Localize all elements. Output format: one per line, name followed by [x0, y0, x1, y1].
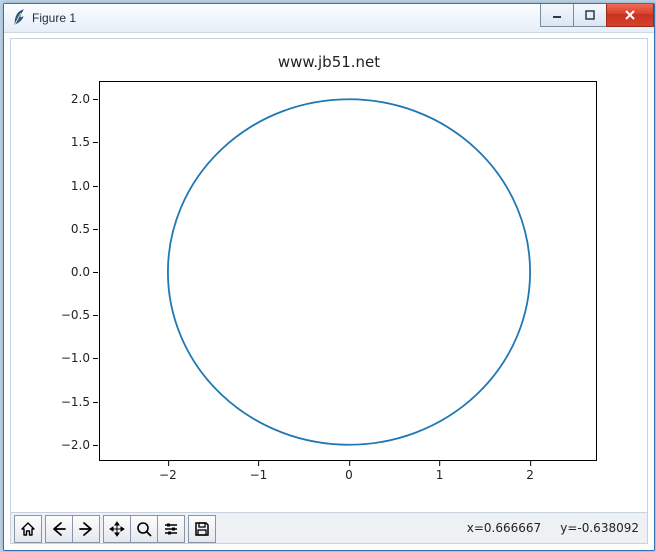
forward-button[interactable] [72, 515, 100, 543]
save-button[interactable] [188, 515, 216, 543]
x-tick-label: 2 [526, 460, 534, 482]
data-series-circle [100, 82, 598, 462]
app-icon [12, 9, 26, 28]
chart-title: www.jb51.net [11, 53, 647, 71]
arrow-right-icon [78, 521, 94, 537]
save-icon [194, 521, 210, 537]
move-icon [109, 521, 125, 537]
maximize-button[interactable] [573, 4, 607, 27]
axes: −2.0−1.5−1.0−0.50.00.51.01.52.0−2−1012 [99, 81, 597, 461]
home-button[interactable] [14, 515, 42, 543]
y-tick-label: 0.5 [71, 222, 100, 236]
home-icon [20, 521, 36, 537]
x-tick-label: −1 [250, 460, 268, 482]
x-tick-label: 0 [345, 460, 353, 482]
zoom-icon [136, 521, 152, 537]
titlebar[interactable]: Figure 1 [4, 4, 654, 33]
sliders-icon [163, 521, 179, 537]
x-tick-label: 1 [436, 460, 444, 482]
y-tick-label: −2.0 [61, 438, 100, 452]
window-buttons [541, 4, 654, 26]
zoom-button[interactable] [130, 515, 158, 543]
window-title: Figure 1 [32, 11, 76, 25]
y-tick-label: −0.5 [61, 308, 100, 322]
client-area: www.jb51.net −2.0−1.5−1.0−0.50.00.51.01.… [10, 38, 648, 544]
close-button[interactable] [606, 4, 654, 27]
figure-window: Figure 1 www.jb51.net −2.0−1.5−1.0−0.50.… [3, 3, 655, 551]
x-tick-label: −2 [159, 460, 177, 482]
y-tick-label: 1.0 [71, 179, 100, 193]
y-tick-label: 2.0 [71, 92, 100, 106]
cursor-coords: x=0.666667 y=-0.638092 [467, 521, 639, 535]
configure-button[interactable] [157, 515, 185, 543]
minimize-button[interactable] [540, 4, 574, 27]
y-tick-label: 0.0 [71, 265, 100, 279]
y-tick-label: −1.5 [61, 395, 100, 409]
y-tick-label: 1.5 [71, 135, 100, 149]
back-button[interactable] [45, 515, 73, 543]
nav-toolbar: x=0.666667 y=-0.638092 [11, 512, 647, 543]
plot-canvas[interactable]: www.jb51.net −2.0−1.5−1.0−0.50.00.51.01.… [11, 39, 647, 513]
y-tick-label: −1.0 [61, 351, 100, 365]
pan-button[interactable] [103, 515, 131, 543]
arrow-left-icon [51, 521, 67, 537]
